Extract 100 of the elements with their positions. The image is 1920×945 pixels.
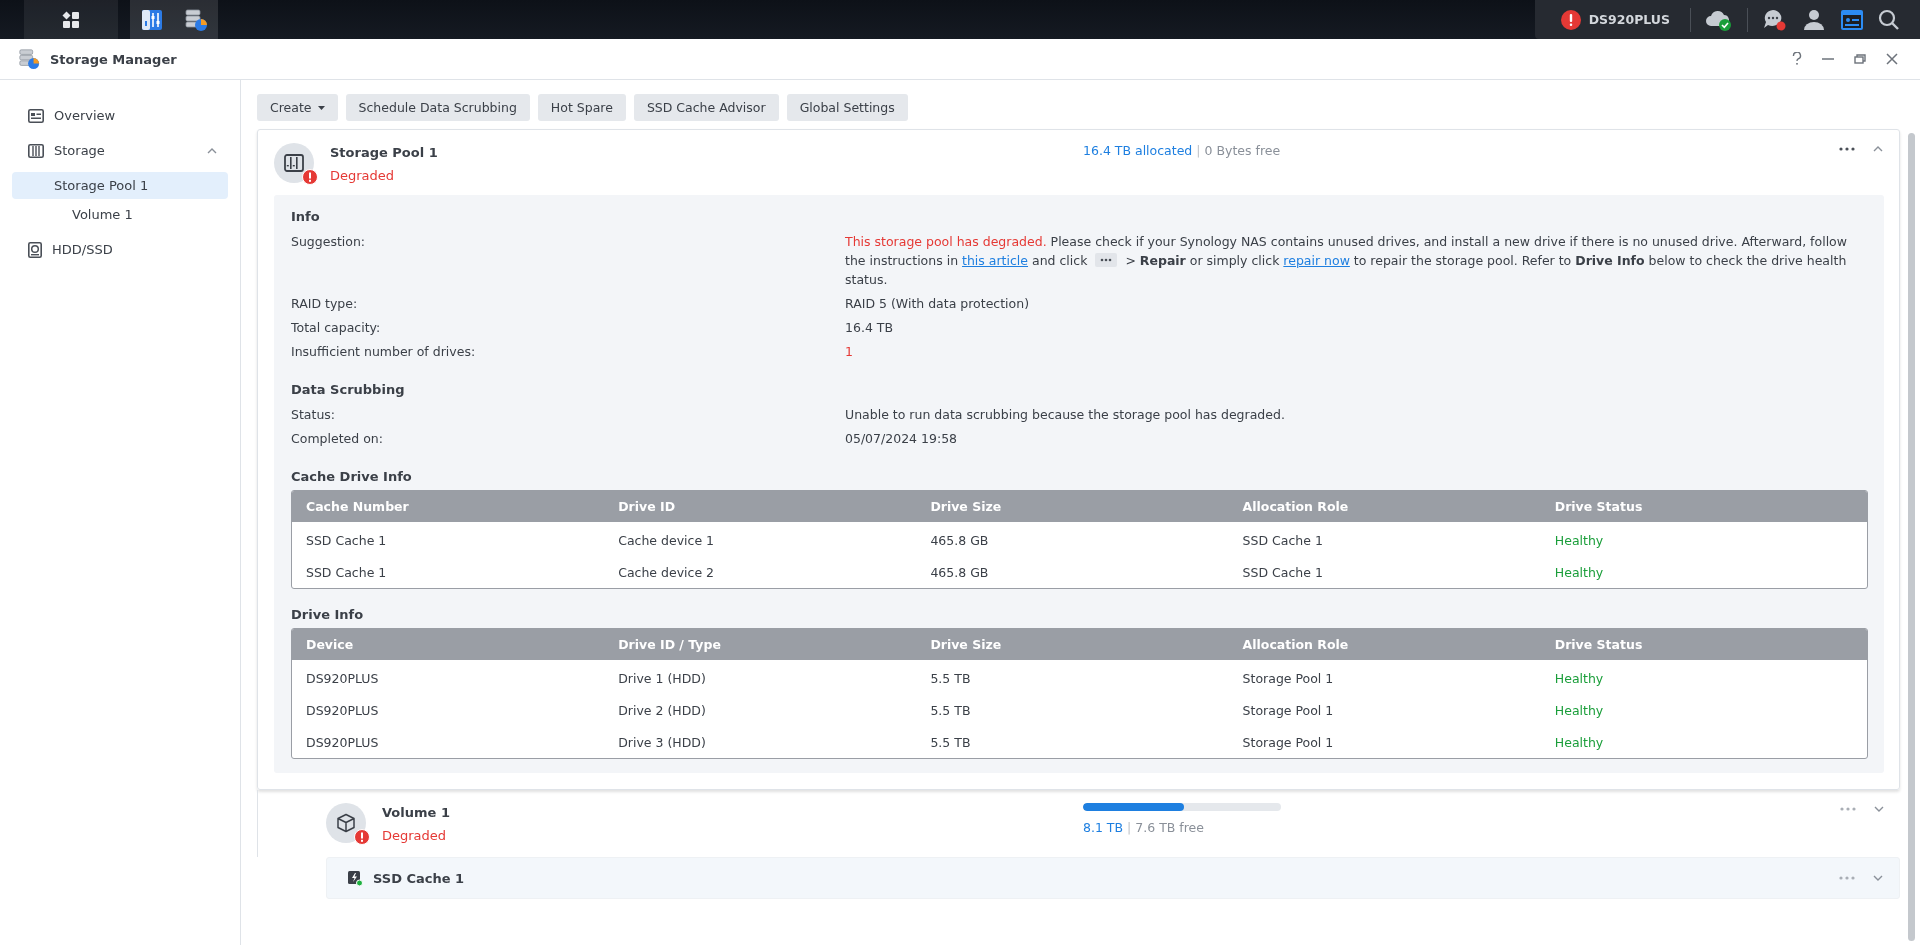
table-cell-text: 5.5 TB — [930, 734, 972, 750]
more-options-icon — [1095, 253, 1118, 267]
window-title: Storage Manager — [50, 51, 177, 67]
info-value: 16.4 TB — [845, 319, 895, 337]
table-cell-text: Storage Pool 1 — [1242, 670, 1335, 686]
section-title: Data Scrubbing — [291, 382, 406, 397]
column-header: Drive Size — [930, 637, 1003, 652]
status-cell-text: Healthy — [1554, 532, 1605, 548]
table-cell-text: 465.8 GB — [930, 564, 990, 580]
info-value: RAID 5 (With data protection) — [845, 295, 1031, 313]
table-cell-text: DS920PLUS — [306, 702, 380, 718]
table-cell-text: Storage Pool 1 — [1242, 734, 1335, 750]
table-cell-text: Storage Pool 1 — [1242, 702, 1335, 718]
search-icon[interactable] — [1878, 8, 1900, 31]
restore-icon[interactable] — [1854, 53, 1866, 65]
status-cell-text: Healthy — [1554, 564, 1605, 580]
ssd-cache-row[interactable]: SSD Cache 1 — [326, 857, 1900, 899]
info-label: Insufficient number of drives: — [291, 343, 477, 361]
link[interactable]: repair now — [1283, 253, 1350, 268]
table-cell-text: DS920PLUS — [306, 734, 380, 750]
storage-icon — [28, 143, 44, 158]
sidebar-item[interactable]: Volume 1 — [12, 201, 228, 228]
section-title: Drive Info — [291, 607, 365, 622]
status-cell-text: Healthy — [1554, 734, 1605, 750]
user-icon[interactable] — [1802, 7, 1826, 32]
sidebar-item[interactable]: Storage Pool 1 — [12, 172, 228, 199]
ssd-cache-icon — [347, 870, 363, 886]
table-cell-text: SSD Cache 1 — [1242, 532, 1324, 548]
sidebar-item[interactable]: Overview — [12, 102, 228, 129]
table-cell-text: Drive 1 (HDD) — [618, 670, 707, 686]
column-header: Drive ID — [618, 499, 677, 514]
grid-icon — [62, 10, 80, 29]
info-value: 05/07/2024 19:58 — [845, 430, 959, 448]
column-header: Device — [306, 637, 355, 652]
cube-icon — [336, 813, 356, 833]
suggestion-text: This storage pool has degraded. Please check if your Synology NAS contains unused drives, and install a new drive if there is no unused drive. Afterward, follow the instructions in this article and click > Repair or simply click repair now to repair the storage pool. Refer to Drive Info below to check the drive health status. — [845, 233, 1848, 289]
table-cell-text: SSD Cache 1 — [306, 532, 388, 548]
table-cell-text: 5.5 TB — [930, 670, 972, 686]
info-label: Total capacity: — [291, 319, 382, 337]
toolbar-button[interactable]: Hot Spare — [537, 94, 626, 121]
chat-icon[interactable] — [1762, 7, 1788, 32]
column-header: Drive ID / Type — [618, 637, 722, 652]
separator-text: | — [1196, 143, 1201, 158]
sidebar-item[interactable]: Storage — [12, 137, 228, 164]
section-title: Cache Drive Info — [291, 469, 413, 484]
sliders-icon — [141, 8, 163, 31]
toolbar-button[interactable]: Global Settings — [786, 94, 908, 121]
toolbar-button[interactable]: SSD Cache Advisor — [633, 94, 779, 121]
allocated-text: 16.4 TB allocated — [1083, 143, 1193, 158]
column-header: Allocation Role — [1242, 499, 1350, 514]
scrollbar-thumb[interactable] — [1908, 133, 1915, 941]
alert-icon — [1560, 9, 1581, 30]
free-space-text: 0 Bytes free — [1204, 143, 1281, 158]
status-cell-text: Healthy — [1554, 670, 1605, 686]
column-header: Drive Status — [1554, 637, 1644, 652]
help-icon[interactable] — [1792, 52, 1802, 66]
status-cell-text: Healthy — [1554, 702, 1605, 718]
alert-icon — [354, 829, 370, 845]
overview-icon — [28, 108, 44, 123]
database-pie-icon — [184, 7, 208, 32]
ssd-cache-name: SSD Cache 1 — [373, 870, 465, 886]
system-status-button[interactable]: DS920PLUS — [1554, 8, 1676, 31]
volume-name: Volume 1 — [382, 805, 450, 820]
toolbar-button[interactable]: Create — [257, 94, 338, 121]
table-cell-text: Cache device 1 — [618, 532, 716, 548]
free-space-text: 7.6 TB free — [1135, 820, 1204, 835]
toolbar-button[interactable]: Schedule Data Scrubbing — [345, 94, 530, 121]
table-cell-text: 465.8 GB — [930, 532, 990, 548]
info-label: Suggestion: — [291, 233, 367, 251]
status-text: Degraded — [382, 828, 448, 843]
info-label: RAID type: — [291, 295, 359, 313]
table-cell-text: SSD Cache 1 — [1242, 564, 1324, 580]
link[interactable]: this article — [962, 253, 1029, 268]
column-header: Allocation Role — [1242, 637, 1350, 652]
separator-text: | — [1127, 820, 1132, 835]
main-menu-button[interactable] — [24, 0, 118, 39]
more-options-icon[interactable] — [1838, 146, 1856, 152]
column-header: Cache Number — [306, 499, 410, 514]
app-icon — [18, 48, 40, 70]
alert-icon — [302, 169, 318, 185]
info-value: Unable to run data scrubbing because the storage pool has degraded. — [845, 406, 1286, 424]
column-header: Drive Status — [1554, 499, 1644, 514]
info-label: Status: — [291, 406, 337, 424]
close-icon[interactable] — [1886, 53, 1898, 65]
widget-icon[interactable] — [1840, 7, 1864, 32]
table-cell-text: SSD Cache 1 — [306, 564, 388, 580]
storage-pool-name: Storage Pool 1 — [330, 145, 438, 160]
info-label: Completed on: — [291, 430, 384, 448]
section-title: Info — [291, 209, 321, 224]
column-header: Drive Size — [930, 499, 1003, 514]
info-value: 1 — [845, 343, 854, 361]
table-cell-text: Drive 2 (HDD) — [618, 702, 707, 718]
table-cell-text: Cache device 2 — [618, 564, 716, 580]
table-cell-text: DS920PLUS — [306, 670, 380, 686]
table-cell-text: 5.5 TB — [930, 702, 972, 718]
drive-bay-icon — [284, 154, 304, 172]
sidebar-item[interactable]: HDD/SSD — [12, 236, 228, 263]
used-space-text: 8.1 TB — [1083, 820, 1124, 835]
status-text: Degraded — [330, 168, 396, 183]
table-cell-text: Drive 3 (HDD) — [618, 734, 707, 750]
